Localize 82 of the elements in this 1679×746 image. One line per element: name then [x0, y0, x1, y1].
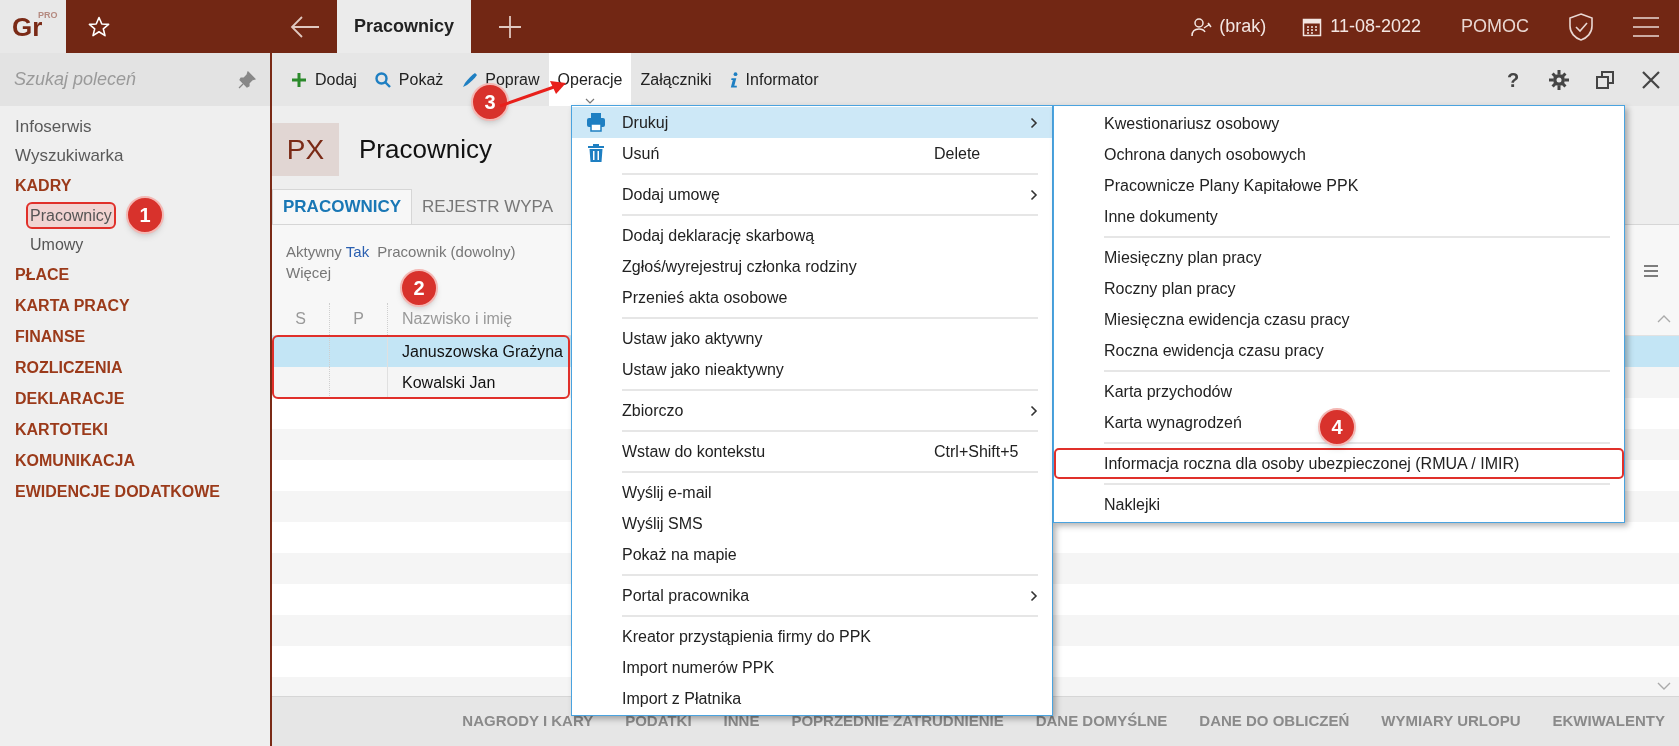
menu-item[interactable]: Dodaj umowę — [572, 179, 1052, 210]
menu-item[interactable]: Wyślij SMS — [572, 508, 1052, 539]
menu-item[interactable]: Pokaż na mapie — [572, 539, 1052, 570]
app-tab[interactable]: Pracownicy — [337, 0, 471, 53]
filter-value[interactable]: Tak — [345, 241, 370, 262]
help-link[interactable]: POMOC — [1461, 13, 1529, 40]
user-label: (brak) — [1219, 15, 1267, 38]
menu-item[interactable]: Zgłoś/wyrejestruj członka rodziny — [572, 251, 1052, 282]
menu-item[interactable]: Karta przychodów — [1104, 379, 1233, 404]
back-arrow-icon[interactable] — [289, 14, 321, 39]
date-label: 11-08-2022 — [1330, 15, 1421, 38]
table-cell-text: Kowalski Jan — [401, 372, 496, 393]
menu-item[interactable]: Dodaj deklarację skarbową — [572, 220, 1052, 251]
sidebar-section[interactable]: PŁACE — [0, 259, 270, 290]
column-menu-icon[interactable] — [1643, 264, 1659, 278]
toolbar-button[interactable]: Dodaj — [282, 53, 366, 106]
table-cell-text: Januszowska Grażyna — [401, 341, 563, 362]
sidebar-section[interactable]: KOMUNIKACJA — [0, 445, 270, 476]
menu-icon[interactable] — [1631, 15, 1661, 38]
menu-item[interactable]: Zbiorczo — [572, 395, 1052, 426]
sidebar-section[interactable]: DEKLARACJE — [0, 383, 270, 414]
filter-label[interactable]: Aktywny — [286, 241, 342, 262]
sidebar-link[interactable]: Wyszukiwarka — [0, 141, 270, 170]
logo-superscript-text: PRO — [38, 9, 58, 20]
menu-item[interactable]: Ochrona danych osobowych — [1104, 142, 1306, 167]
pin-icon[interactable] — [238, 70, 256, 89]
menu-item[interactable]: Roczny plan pracy — [1104, 276, 1236, 301]
pen-icon — [461, 71, 478, 88]
shortcut-label: Ctrl+Shift+5 — [934, 441, 1019, 462]
sidebar-section[interactable]: FINANSE — [0, 321, 270, 352]
menu-item[interactable]: Kwestionariusz osobowy — [1104, 111, 1280, 136]
callout-badge: 1 — [126, 196, 164, 234]
toolbar-button[interactable]: Pokaż — [365, 53, 453, 106]
menu-item[interactable]: Przenieś akta osobowe — [572, 282, 1052, 313]
caret-icon — [585, 98, 595, 104]
sidebar-link[interactable]: Infoserwis — [0, 112, 270, 141]
calendar-icon — [1302, 16, 1323, 37]
filter-label[interactable]: Pracownik (dowolny) — [377, 241, 516, 262]
menu-item[interactable]: Informacja roczna dla osoby ubezpieczonej (RMUA / IMIR) — [1054, 448, 1624, 479]
sidebar-item[interactable]: Umowy — [26, 231, 88, 258]
printer-icon — [586, 112, 606, 132]
info-icon — [729, 71, 738, 88]
menu-item[interactable]: Wyślij e-mail — [572, 477, 1052, 508]
search-placeholder: Szukaj poleceń — [14, 68, 137, 91]
close-icon[interactable] — [1641, 69, 1661, 90]
menu-item[interactable]: Usuń Delete — [572, 138, 1052, 169]
module-badge: PX — [272, 123, 339, 176]
toolbar-button[interactable]: Załączniki — [631, 53, 721, 106]
menu-item[interactable]: Miesięczna ewidencja czasu pracy — [1104, 307, 1350, 332]
trash-icon — [586, 143, 606, 163]
menu-item[interactable]: Kreator przystąpienia firmy do PPK — [572, 621, 1052, 652]
sidebar-section[interactable]: KARTOTEKI — [0, 414, 270, 445]
menu-item[interactable]: Portal pracownika — [572, 580, 1052, 611]
menu-item[interactable]: Inne dokumenty — [1104, 204, 1218, 229]
help-button[interactable]: ? — [1503, 64, 1523, 95]
toolbar-button[interactable]: Operacje — [548, 53, 632, 106]
plus-icon[interactable] — [497, 13, 523, 40]
plus-icon — [291, 71, 307, 88]
menu-item[interactable]: Ustaw jako aktywny — [572, 323, 1052, 354]
menu-item[interactable]: Import numerów PPK — [572, 652, 1052, 683]
settings-icon[interactable] — [1549, 69, 1569, 90]
shortcut-label: Delete — [934, 143, 981, 164]
menu-item[interactable]: Pracownicze Plany Kapitałowe PPK — [1104, 173, 1359, 198]
menu-item[interactable]: Miesięczny plan pracy — [1104, 245, 1262, 270]
restore-window-icon[interactable] — [1595, 69, 1615, 90]
view-tab[interactable]: PRACOWNICY — [272, 189, 413, 224]
menu-item[interactable]: Naklejki — [1104, 492, 1160, 517]
page-title: Pracownicy — [359, 133, 492, 166]
shield-check-icon[interactable] — [1567, 11, 1595, 42]
menu-item[interactable]: Roczna ewidencja czasu pracy — [1104, 338, 1324, 363]
menu-item[interactable]: Drukuj — [572, 107, 1052, 138]
sidebar-section[interactable]: KARTA PRACY — [0, 290, 270, 321]
callout-badge: 4 — [1318, 408, 1356, 446]
menu-item[interactable]: Wstaw do kontekstu Ctrl+Shift+5 — [572, 436, 1052, 467]
sidebar-item[interactable]: Pracownicy — [26, 202, 116, 229]
menu-item[interactable]: Karta wynagrodzeń — [1104, 410, 1242, 435]
toolbar-button[interactable]: Informator — [720, 53, 828, 106]
search-icon — [374, 71, 391, 88]
star-icon[interactable] — [87, 14, 111, 39]
sidebar-section[interactable]: ROZLICZENIA — [0, 352, 270, 383]
menu-item[interactable]: Ustaw jako nieaktywny — [572, 354, 1052, 385]
sidebar-section[interactable]: EWIDENCJE DODATKOWE — [0, 476, 270, 507]
